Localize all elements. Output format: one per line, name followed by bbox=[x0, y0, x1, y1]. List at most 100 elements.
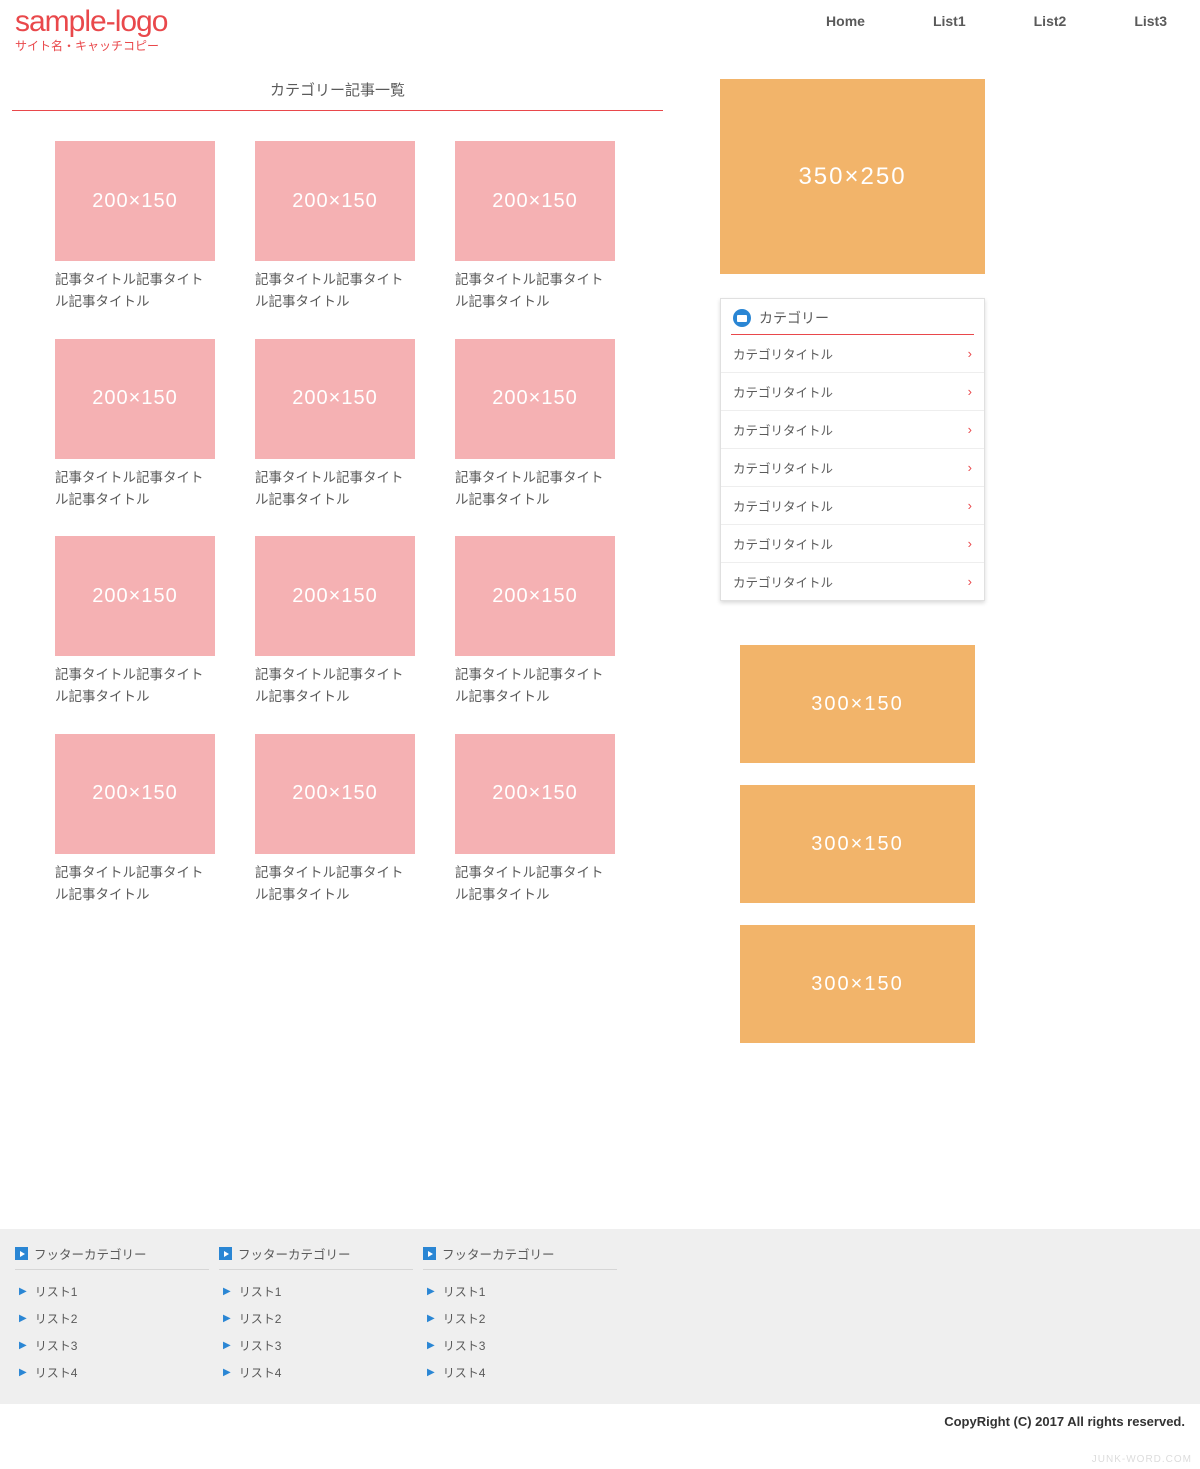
post-thumbnail: 200×150 bbox=[55, 339, 215, 459]
nav-link-list2[interactable]: List2 bbox=[1034, 13, 1067, 29]
post-card[interactable]: 200×150記事タイトル記事タイトル記事タイトル bbox=[455, 734, 655, 907]
post-title: 記事タイトル記事タイトル記事タイトル bbox=[255, 656, 455, 709]
footer-link[interactable]: ▶リスト1 bbox=[15, 1278, 209, 1305]
sidebar-ad-large[interactable]: 350×250 bbox=[720, 79, 985, 274]
post-thumbnail: 200×150 bbox=[455, 141, 615, 261]
post-card[interactable]: 200×150記事タイトル記事タイトル記事タイトル bbox=[55, 339, 255, 512]
footer-link-label: リスト1 bbox=[35, 1283, 78, 1300]
category-item-label: カテゴリタイトル bbox=[733, 382, 833, 401]
footer-column: フッターカテゴリー ▶ リスト1 ▶リスト2 ▶ リスト3 ▶リスト4 bbox=[423, 1244, 617, 1386]
main-nav: Home List1 List2 List3 bbox=[826, 5, 1185, 29]
play-square-icon bbox=[219, 1247, 232, 1260]
footer-link-label: リスト4 bbox=[239, 1364, 282, 1381]
sidebar-ad-small[interactable]: 300×150 bbox=[740, 645, 975, 763]
post-title: 記事タイトル記事タイトル記事タイトル bbox=[55, 854, 255, 907]
category-heading: カテゴリー記事一覧 bbox=[15, 79, 660, 110]
triangle-right-icon: ▶ bbox=[223, 1340, 231, 1351]
category-item-label: カテゴリタイトル bbox=[733, 534, 833, 553]
triangle-right-icon: ▶ bbox=[427, 1286, 435, 1297]
chevron-right-icon: › bbox=[968, 498, 972, 513]
post-card[interactable]: 200×150記事タイトル記事タイトル記事タイトル bbox=[55, 536, 255, 709]
copyright: CopyRight (C) 2017 All rights reserved. bbox=[0, 1404, 1200, 1429]
footer-link[interactable]: ▶ リスト4 bbox=[219, 1359, 413, 1386]
footer-link[interactable]: ▶リスト4 bbox=[15, 1359, 209, 1386]
triangle-right-icon: ▶ bbox=[223, 1313, 231, 1324]
category-item[interactable]: カテゴリタイトル › bbox=[721, 448, 984, 486]
post-thumbnail: 200×150 bbox=[255, 141, 415, 261]
post-thumbnail: 200×150 bbox=[255, 339, 415, 459]
play-square-icon bbox=[15, 1247, 28, 1260]
chevron-right-icon: › bbox=[968, 460, 972, 475]
post-card[interactable]: 200×150記事タイトル記事タイトル記事タイトル bbox=[55, 141, 255, 314]
footer-link[interactable]: ▶ リスト1 bbox=[423, 1278, 617, 1305]
header: sample-logo サイト名・キャッチコピー Home List1 List2 L… bbox=[0, 0, 1200, 54]
category-item[interactable]: カテゴリタイトル › bbox=[721, 524, 984, 562]
footer-link[interactable]: ▶リスト1 bbox=[219, 1278, 413, 1305]
chevron-right-icon: › bbox=[968, 536, 972, 551]
post-card[interactable]: 200×150記事タイトル記事タイトル記事タイトル bbox=[55, 734, 255, 907]
chevron-right-icon: › bbox=[968, 422, 972, 437]
footer-link[interactable]: ▶リスト4 bbox=[423, 1359, 617, 1386]
footer-link[interactable]: ▶リスト2 bbox=[219, 1305, 413, 1332]
footer-link-label: リスト2 bbox=[443, 1310, 486, 1327]
sidebar-ads-small: 300×150 300×150 300×150 bbox=[720, 645, 985, 1043]
post-thumbnail: 200×150 bbox=[455, 339, 615, 459]
post-grid: 200×150記事タイトル記事タイトル記事タイトル200×150記事タイトル記事… bbox=[15, 141, 660, 906]
footer-column-title: フッターカテゴリー bbox=[442, 1244, 555, 1263]
post-thumbnail: 200×150 bbox=[55, 536, 215, 656]
post-card[interactable]: 200×150記事タイトル記事タイトル記事タイトル bbox=[255, 141, 455, 314]
category-item[interactable]: カテゴリタイトル › bbox=[721, 372, 984, 410]
triangle-right-icon: ▶ bbox=[223, 1367, 231, 1378]
footer-link[interactable]: ▶リスト2 bbox=[423, 1305, 617, 1332]
footer-column-title: フッターカテゴリー bbox=[34, 1244, 147, 1263]
site-logo[interactable]: sample-logo bbox=[15, 5, 167, 39]
post-thumbnail: 200×150 bbox=[55, 734, 215, 854]
footer-link[interactable]: ▶ リスト3 bbox=[219, 1332, 413, 1359]
footer-column: フッターカテゴリー▶リスト1▶リスト2▶リスト3▶リスト4 bbox=[219, 1244, 413, 1386]
category-item[interactable]: カテゴリタイトル› bbox=[721, 562, 984, 600]
post-card[interactable]: 200×150記事タイトル記事タイトル記事タイトル bbox=[255, 734, 455, 907]
footer-link-label: リスト3 bbox=[443, 1337, 486, 1354]
triangle-right-icon: ▶ bbox=[427, 1340, 435, 1351]
play-square-icon bbox=[423, 1247, 436, 1260]
post-thumbnail: 200×150 bbox=[255, 734, 415, 854]
post-title: 記事タイトル記事タイトル記事タイトル bbox=[455, 459, 655, 512]
category-item-label: カテゴリタイトル bbox=[733, 420, 833, 439]
category-item-label: カテゴリタイトル bbox=[733, 572, 833, 591]
category-item-label: カテゴリタイトル bbox=[733, 458, 833, 477]
nav-link-list1[interactable]: List1 bbox=[933, 13, 966, 29]
site-tagline: サイト名・キャッチコピー bbox=[15, 37, 167, 54]
main-column: カテゴリー記事一覧 200×150記事タイトル記事タイトル記事タイトル200×1… bbox=[15, 79, 660, 1043]
category-item[interactable]: カテゴリタイトル› bbox=[721, 335, 984, 372]
post-thumbnail: 200×150 bbox=[255, 536, 415, 656]
category-item-label: カテゴリタイトル bbox=[733, 496, 833, 515]
nav-link-list3[interactable]: List3 bbox=[1134, 13, 1167, 29]
footer-column-title: フッターカテゴリー bbox=[238, 1244, 351, 1263]
post-card[interactable]: 200×150記事タイトル記事タイトル記事タイトル bbox=[255, 339, 455, 512]
post-title: 記事タイトル記事タイトル記事タイトル bbox=[55, 261, 255, 314]
post-title: 記事タイトル記事タイトル記事タイトル bbox=[455, 854, 655, 907]
post-title: 記事タイトル記事タイトル記事タイトル bbox=[255, 459, 455, 512]
footer-link-label: リスト4 bbox=[443, 1364, 486, 1381]
category-item-label: カテゴリタイトル bbox=[733, 344, 833, 363]
post-thumbnail: 200×150 bbox=[55, 141, 215, 261]
footer-link-label: リスト4 bbox=[35, 1364, 78, 1381]
post-card[interactable]: 200×150記事タイトル記事タイトル記事タイトル bbox=[455, 339, 655, 512]
chevron-right-icon: › bbox=[968, 384, 972, 399]
sidebar-ad-small[interactable]: 300×150 bbox=[740, 925, 975, 1043]
post-card[interactable]: 200×150記事タイトル記事タイトル記事タイトル bbox=[455, 141, 655, 314]
sidebar-ad-small[interactable]: 300×150 bbox=[740, 785, 975, 903]
category-item[interactable]: カテゴリタイトル › bbox=[721, 486, 984, 524]
post-card[interactable]: 200×150記事タイトル記事タイトル記事タイトル bbox=[255, 536, 455, 709]
category-item[interactable]: カテゴリタイトル › bbox=[721, 410, 984, 448]
post-title: 記事タイトル記事タイトル記事タイトル bbox=[255, 854, 455, 907]
footer-link[interactable]: ▶ リスト3 bbox=[423, 1332, 617, 1359]
nav-link-home[interactable]: Home bbox=[826, 13, 865, 29]
footer-link[interactable]: ▶リスト2 bbox=[15, 1305, 209, 1332]
post-card[interactable]: 200×150記事タイトル記事タイトル記事タイトル bbox=[455, 536, 655, 709]
footer-link-label: リスト2 bbox=[35, 1310, 78, 1327]
footer-link[interactable]: ▶リスト3 bbox=[15, 1332, 209, 1359]
triangle-right-icon: ▶ bbox=[19, 1340, 27, 1351]
footer-link-label: リスト1 bbox=[443, 1283, 486, 1300]
footer-link-label: リスト3 bbox=[239, 1337, 282, 1354]
